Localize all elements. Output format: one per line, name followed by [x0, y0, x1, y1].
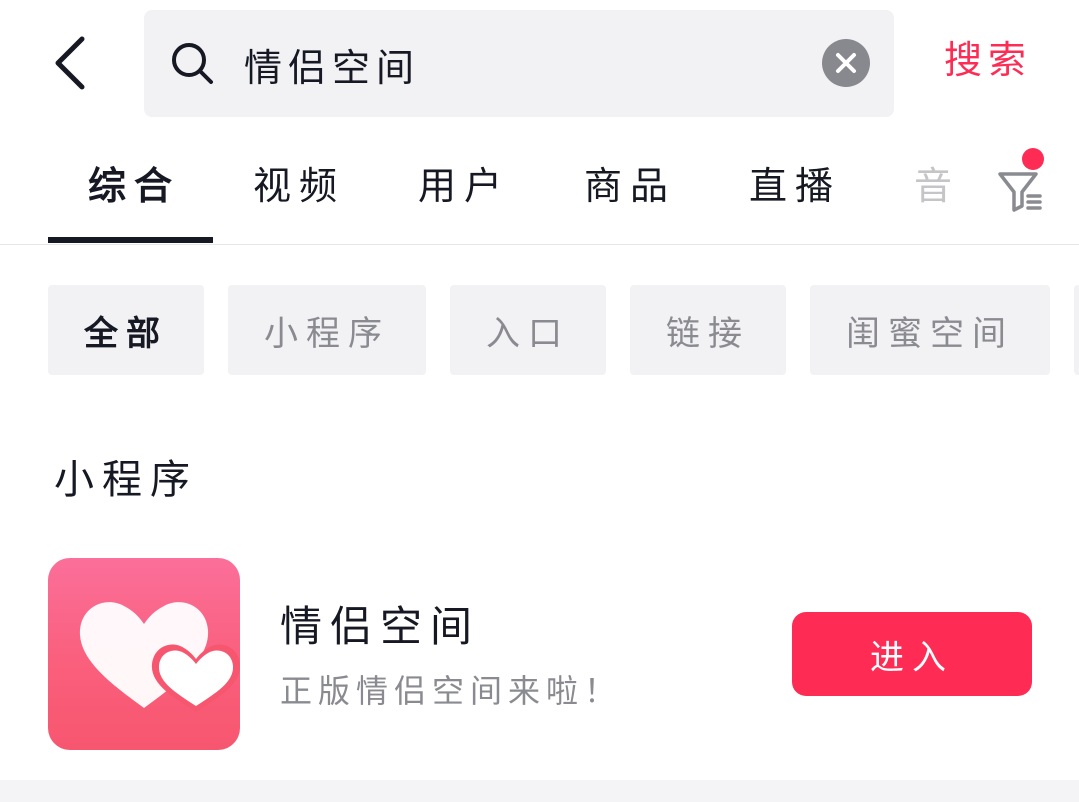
filter-icon[interactable] — [996, 166, 1044, 214]
chip-mini-programs[interactable]: 小程序 — [228, 285, 426, 375]
chip-links[interactable]: 链接 — [630, 285, 786, 375]
clear-search-button[interactable] — [822, 39, 870, 87]
close-icon — [836, 53, 856, 73]
chip-entry[interactable]: 入口 — [450, 285, 606, 375]
mini-program-description: 正版情侣空间来啦！ — [280, 672, 623, 710]
tab-bar: 综合 视频 用户 商品 直播 音 — [0, 130, 1079, 245]
bottom-divider — [0, 780, 1079, 802]
section-title: 小程序 — [54, 457, 198, 503]
filter-badge — [1022, 148, 1044, 170]
active-tab-indicator — [48, 237, 213, 243]
tab-products[interactable]: 商品 — [584, 160, 676, 212]
search-bar[interactable] — [144, 10, 894, 117]
chevron-left-icon — [55, 36, 85, 90]
tab-videos[interactable]: 视频 — [253, 160, 345, 212]
search-icon — [172, 43, 213, 84]
mini-program-name[interactable]: 情侣空间 — [280, 598, 480, 656]
back-button[interactable] — [40, 28, 100, 98]
double-heart-icon — [79, 602, 240, 712]
mini-program-icon[interactable] — [48, 558, 240, 750]
search-input[interactable] — [244, 36, 804, 92]
tab-live[interactable]: 直播 — [749, 160, 841, 212]
chip-all[interactable]: 全部 — [48, 285, 204, 375]
enter-button[interactable]: 进入 — [792, 612, 1032, 696]
search-button[interactable]: 搜索 — [944, 34, 1032, 86]
tab-music[interactable]: 音 — [914, 160, 960, 212]
tab-users[interactable]: 用户 — [418, 160, 510, 212]
chip-bestie-space[interactable]: 闺蜜空间 — [810, 285, 1050, 375]
chip-overflow-edge — [1074, 285, 1079, 375]
tab-general[interactable]: 综合 — [88, 160, 180, 212]
